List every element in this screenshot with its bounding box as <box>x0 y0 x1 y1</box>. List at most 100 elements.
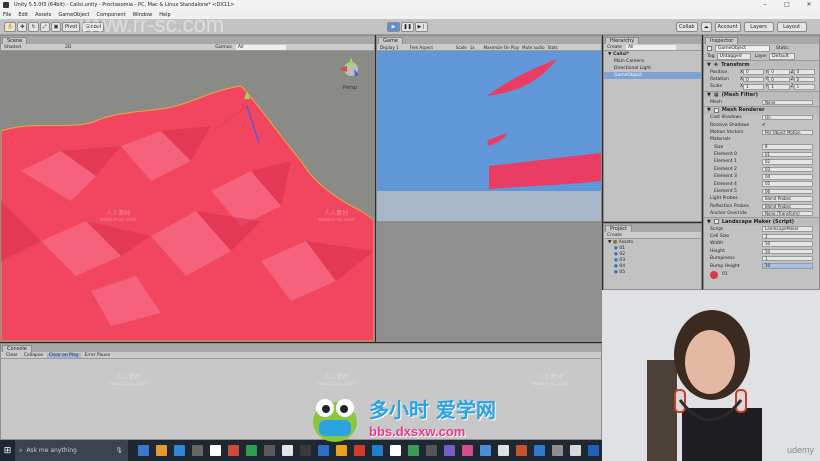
landscape-maker-enabled-checkbox[interactable] <box>713 219 719 225</box>
scene-viewport[interactable]: Persp <box>1 51 374 341</box>
element-4-field[interactable]: 05 <box>762 181 813 187</box>
layout-dropdown[interactable]: Layout <box>776 22 807 32</box>
width-field[interactable]: 50 <box>762 241 813 247</box>
gameobject-active-checkbox[interactable] <box>707 46 712 51</box>
bumpiness-field[interactable]: 1 <box>762 255 813 262</box>
maximize-button[interactable]: □ <box>776 0 798 10</box>
console-clear-on-play-button[interactable]: Clear on Play <box>46 352 81 358</box>
cell-size-field[interactable]: 1 <box>762 233 813 240</box>
taskbar-app-icon[interactable] <box>551 445 563 456</box>
scene-search-input[interactable]: All <box>235 44 286 50</box>
taskbar-app-icon[interactable] <box>569 445 581 456</box>
console-clear-button[interactable]: Clear <box>4 353 20 358</box>
scale-tool-button[interactable]: ⤢ <box>39 22 50 32</box>
tab-game[interactable]: Game <box>378 37 403 44</box>
start-button[interactable]: ⊞ <box>0 440 15 461</box>
stats-toggle[interactable]: Stats <box>548 45 558 50</box>
element-1-field[interactable]: 02 <box>762 159 813 165</box>
taskbar-app-icon[interactable] <box>587 445 599 456</box>
rotation-x-field[interactable]: 0 <box>743 76 765 83</box>
hierarchy-item-gameobject[interactable]: GameObject <box>604 72 701 79</box>
taskbar-app-icon[interactable] <box>191 445 203 456</box>
light-probes-dropdown[interactable]: Blend Probes <box>762 196 813 202</box>
tab-console[interactable]: Console <box>2 345 32 352</box>
rotate-tool-button[interactable]: ↻ <box>28 22 39 32</box>
taskbar-app-icon[interactable] <box>137 445 149 456</box>
position-x-field[interactable]: 0 <box>743 69 765 75</box>
tab-project[interactable]: Project <box>605 225 633 232</box>
collab-button[interactable]: Collab <box>676 22 698 32</box>
taskbar-app-icon[interactable] <box>227 445 239 456</box>
pause-button[interactable]: ❚❚ <box>401 22 414 32</box>
mesh-renderer-header[interactable]: ▼ Mesh Renderer <box>704 105 819 114</box>
pivot-toggle[interactable]: Pivot <box>62 22 81 32</box>
taskbar-app-icon[interactable] <box>281 445 293 456</box>
project-assets-folder[interactable]: ▼ ■ Assets <box>604 239 701 246</box>
taskbar-app-icon[interactable] <box>209 445 221 456</box>
cloud-button[interactable]: ☁ <box>700 22 712 32</box>
cast-shadows-dropdown[interactable]: On <box>762 114 813 121</box>
toggle-2d-button[interactable]: 2D <box>65 45 71 50</box>
materials-foldout[interactable]: Materials <box>710 137 762 142</box>
mute-audio-toggle[interactable]: Mute audio <box>522 45 544 50</box>
tab-hierarchy[interactable]: Hierarchy <box>605 37 640 44</box>
shading-mode-dropdown[interactable]: Shaded <box>4 45 21 50</box>
position-z-field[interactable]: 0 <box>793 69 816 75</box>
height-field[interactable]: 50 <box>762 248 813 255</box>
taskbar-search[interactable]: ⌕ Ask me anything 🎙 <box>14 440 128 461</box>
taskbar-app-icon[interactable] <box>263 445 275 456</box>
console-collapse-button[interactable]: Collapse <box>22 353 45 358</box>
display-dropdown[interactable]: Display 1 <box>380 45 399 50</box>
taskbar-app-icon[interactable] <box>173 445 185 456</box>
taskbar-app-icon[interactable] <box>245 445 257 456</box>
receive-shadows-checkbox[interactable]: ✔ <box>762 123 766 128</box>
rect-tool-button[interactable]: ▣ <box>50 22 62 32</box>
scale-x-field[interactable]: 1 <box>743 84 765 90</box>
console-error-pause-button[interactable]: Error Pause <box>83 353 113 358</box>
project-item[interactable]: ● 05 <box>604 270 701 276</box>
rotation-y-field[interactable]: 0 <box>768 76 790 83</box>
menu-edit[interactable]: Edit <box>18 12 28 18</box>
transform-header[interactable]: ▼ ✥ Transform <box>704 60 819 69</box>
landscape-maker-header[interactable]: ▼ Landscape Maker (Script) <box>704 217 819 226</box>
hand-tool-button[interactable]: ✋ <box>4 22 17 32</box>
materials-size-field[interactable]: 8 <box>762 144 813 150</box>
layer-dropdown[interactable]: Default <box>769 53 796 61</box>
scale-y-field[interactable]: 1 <box>768 84 790 90</box>
rotation-z-field[interactable]: 0 <box>793 76 816 83</box>
mesh-field[interactable]: None <box>762 99 813 105</box>
element-5-field[interactable]: 06 <box>762 188 813 195</box>
layers-dropdown[interactable]: Layers <box>743 22 774 32</box>
hierarchy-item-main-camera[interactable]: Main Camera <box>604 58 701 65</box>
step-button[interactable]: ▶❘ <box>415 22 428 32</box>
play-button[interactable]: ▶ <box>387 22 400 32</box>
maximize-on-play-toggle[interactable]: Maximize On Play <box>484 45 520 50</box>
static-toggle[interactable]: Static <box>776 46 789 51</box>
scene-root-item[interactable]: ▼ Calisi* <box>604 51 701 58</box>
motion-vectors-dropdown[interactable]: Per Object Motion <box>762 129 813 136</box>
close-button[interactable]: ✕ <box>798 0 820 10</box>
account-dropdown[interactable]: Account <box>714 22 741 32</box>
menu-assets[interactable]: Assets <box>35 12 51 18</box>
mesh-filter-header[interactable]: ▼ ▦ (Mesh Filter) <box>704 90 819 99</box>
tag-dropdown[interactable]: Untagged <box>716 53 751 61</box>
project-create-button[interactable]: Create <box>607 233 622 238</box>
script-field[interactable]: LandscapeMaker <box>762 226 813 232</box>
taskbar-app-icon[interactable] <box>155 445 167 456</box>
hierarchy-search-input[interactable]: All <box>625 44 676 50</box>
tab-scene[interactable]: Scene <box>2 37 28 44</box>
element-0-field[interactable]: 01 <box>762 151 813 158</box>
reflection-probes-dropdown[interactable]: Blend Probes <box>762 203 813 210</box>
move-tool-button[interactable]: ✥ <box>17 22 28 32</box>
menu-file[interactable]: File <box>3 12 11 18</box>
taskbar-app-icon[interactable] <box>533 445 545 456</box>
anchor-override-field[interactable]: None (Transform) <box>762 210 813 217</box>
hierarchy-item-directional-light[interactable]: Directional Light <box>604 65 701 72</box>
element-3-field[interactable]: 04 <box>762 174 813 180</box>
tab-inspector[interactable]: Inspector <box>705 37 739 44</box>
mesh-renderer-enabled-checkbox[interactable] <box>713 107 719 113</box>
element-2-field[interactable]: 03 <box>762 166 813 173</box>
scene-gizmos-dropdown[interactable]: Gizmos <box>215 45 232 50</box>
object-name-field[interactable]: GameObject <box>715 45 770 52</box>
aspect-dropdown[interactable]: Free Aspect <box>410 45 433 50</box>
